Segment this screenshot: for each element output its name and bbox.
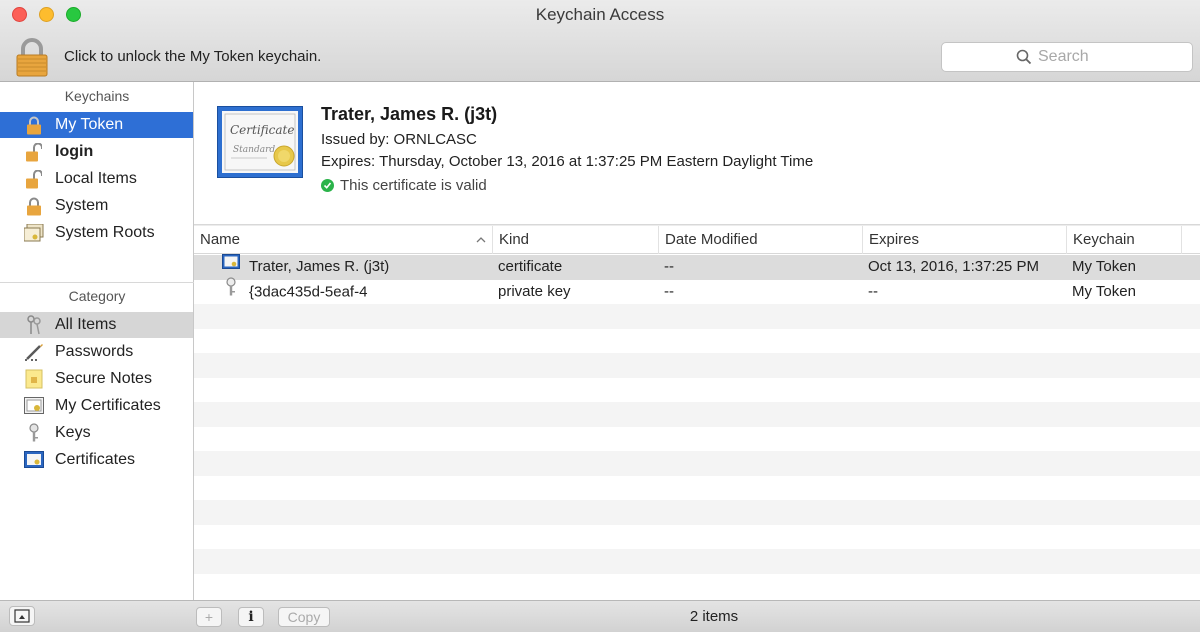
sidebar-item-label: Keys <box>55 424 91 441</box>
detail-expires: Expires: Thursday, October 13, 2016 at 1… <box>321 153 814 170</box>
key-icon <box>24 423 44 443</box>
svg-text:Certificate: Certificate <box>230 123 294 137</box>
certificate-large-icon: Certificate Standard <box>217 106 303 178</box>
sidebar-item-certificates[interactable]: Certificates <box>0 447 193 473</box>
table-cell-name: Trater, James R. (j3t) <box>222 253 389 279</box>
sidebar-item-system[interactable]: System <box>0 193 193 219</box>
detail-issued-by: Issued by: ORNLCASC <box>321 131 477 148</box>
sidebar-item-label: My Certificates <box>55 397 161 414</box>
sort-ascending-icon <box>476 237 486 243</box>
search-icon <box>1016 49 1032 65</box>
certificate-stack-icon <box>24 223 44 243</box>
table-cell-date-modified: -- <box>664 282 674 300</box>
sidebar-item-label: All Items <box>55 316 117 333</box>
toolbar: Keychain Access Click to unlock the My T… <box>0 0 1200 82</box>
column-header-expires[interactable]: Expires <box>863 226 1067 254</box>
table-cell-keychain: My Token <box>1072 282 1136 300</box>
pen-icon <box>24 342 44 362</box>
sidebar-item-label: Certificates <box>55 451 136 468</box>
column-header-kind[interactable]: Kind <box>493 226 659 254</box>
sidebar-item-label: Secure Notes <box>55 370 152 387</box>
sidebar-item-label: System <box>55 197 109 214</box>
note-icon <box>24 369 44 389</box>
sidebar-item-label: login <box>55 143 94 160</box>
table-empty-row <box>194 549 1200 574</box>
table-cell-date-modified: -- <box>664 258 674 275</box>
table-row[interactable]: {3dac435d-5eaf-4 private key -- -- My To… <box>194 276 1200 305</box>
keychains-header: Keychains <box>64 88 130 104</box>
lock-icon <box>24 115 44 135</box>
sidebar-item-label: My Token <box>55 116 124 133</box>
sidebar-item-label: Local Items <box>55 170 137 187</box>
table-cell-keychain: My Token <box>1072 258 1136 275</box>
table-row[interactable]: Trater, James R. (j3t) certificate -- Oc… <box>194 253 1200 280</box>
bottom-bar: + i Copy 2 items <box>0 600 1200 632</box>
table-cell-kind: private key <box>498 282 571 300</box>
table-cell-expires: Oct 13, 2016, 1:37:25 PM <box>868 258 1039 275</box>
sidebar: Keychains My Token login Local Items Sys… <box>0 82 194 600</box>
my-certificate-icon <box>24 396 44 416</box>
valid-check-icon <box>321 179 334 192</box>
sidebar-item-keys[interactable]: Keys <box>0 420 193 446</box>
sidebar-item-system-roots[interactable]: System Roots <box>0 220 193 246</box>
detail-item-name: Trater, James R. (j3t) <box>321 104 498 124</box>
column-header-name[interactable]: Name <box>194 226 493 254</box>
certificate-icon <box>24 450 44 470</box>
lock-icon <box>24 196 44 216</box>
sidebar-item-label: Passwords <box>55 343 134 360</box>
column-header-date-modified[interactable]: Date Modified <box>659 226 863 254</box>
item-detail-panel: Certificate Standard Trater, James R. (j… <box>194 82 1200 225</box>
lock-icon <box>16 38 48 77</box>
key-icon <box>222 276 240 305</box>
column-header-keychain[interactable]: Keychain <box>1067 226 1182 254</box>
search-field[interactable] <box>941 42 1193 72</box>
item-count: 2 items <box>689 608 739 625</box>
table-header: Name Kind Date Modified Expires Keychain <box>194 226 1200 254</box>
sidebar-item-all-items[interactable]: All Items <box>0 312 193 338</box>
table-empty-row <box>194 500 1200 525</box>
window-title: Keychain Access <box>535 5 665 24</box>
sidebar-item-secure-notes[interactable]: Secure Notes <box>0 366 193 392</box>
sidebar-item-my-certificates[interactable]: My Certificates <box>0 393 193 419</box>
table-cell-name: {3dac435d-5eaf-4 <box>222 276 367 305</box>
table-empty-row <box>194 353 1200 378</box>
table-empty-row <box>194 304 1200 329</box>
keys-icon <box>24 315 44 335</box>
sidebar-item-label: System Roots <box>55 224 155 241</box>
lock-keychain-button[interactable] <box>15 38 49 78</box>
sidebar-item-login[interactable]: login <box>0 139 193 165</box>
table-cell-expires: -- <box>868 282 878 300</box>
items-table: Name Kind Date Modified Expires Keychain… <box>194 226 1200 600</box>
sidebar-item-local-items[interactable]: Local Items <box>0 166 193 192</box>
sidebar-divider <box>0 282 194 283</box>
unlocked-icon <box>24 169 44 189</box>
table-cell-kind: certificate <box>498 258 563 275</box>
table-empty-row <box>194 402 1200 427</box>
unlocked-icon <box>24 142 44 162</box>
detail-status: This certificate is valid <box>321 177 487 194</box>
sidebar-item-my-token[interactable]: My Token <box>0 112 193 138</box>
svg-text:Standard: Standard <box>233 145 275 155</box>
category-header: Category <box>68 288 126 304</box>
sidebar-item-passwords[interactable]: Passwords <box>0 339 193 365</box>
table-empty-row <box>194 451 1200 476</box>
detail-status-text: This certificate is valid <box>340 177 487 194</box>
search-input[interactable] <box>1038 47 1178 67</box>
certificate-icon <box>222 253 240 278</box>
unlock-hint-text[interactable]: Click to unlock the My Token keychain. <box>64 48 321 65</box>
